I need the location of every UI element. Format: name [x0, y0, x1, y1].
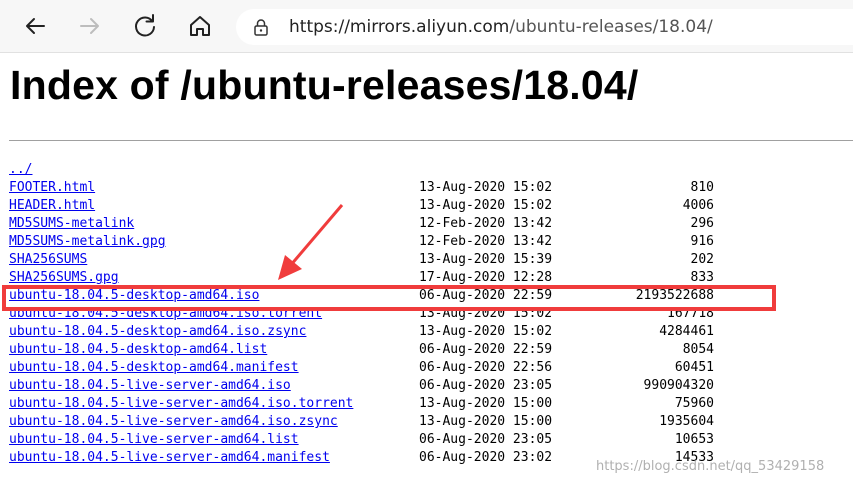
file-size: 4284461	[659, 324, 714, 339]
list-item: ubuntu-18.04.5-live-server-amd64.iso 06-A…	[0, 377, 853, 395]
address-bar[interactable]: https://mirrors.aliyun.com/ubuntu-releas…	[236, 9, 853, 45]
list-item: MD5SUMS-metalink.gpg 12-Feb-2020 13:42 916	[0, 233, 853, 251]
home-icon	[190, 16, 210, 36]
list-item: ubuntu-18.04.5-live-server-amd64.iso.zsy…	[0, 413, 853, 431]
lock-icon[interactable]	[252, 18, 270, 36]
file-size: 916	[690, 234, 714, 249]
file-link[interactable]: ubuntu-18.04.5-live-server-amd64.list	[9, 431, 299, 449]
divider	[9, 140, 853, 141]
file-link[interactable]: SHA256SUMS	[9, 251, 87, 269]
list-item: ubuntu-18.04.5-desktop-amd64.iso.zsync 13…	[0, 323, 853, 341]
list-item: SHA256SUMS 13-Aug-2020 15:39 202	[0, 251, 853, 269]
file-link[interactable]: ubuntu-18.04.5-live-server-amd64.iso.tor…	[9, 395, 353, 413]
file-link[interactable]: ubuntu-18.04.5-desktop-amd64.manifest	[9, 359, 299, 377]
file-link[interactable]: FOOTER.html	[9, 179, 95, 197]
list-item: ubuntu-18.04.5-live-server-amd64.iso.tor…	[0, 395, 853, 413]
file-size: 810	[690, 180, 714, 195]
list-item: ubuntu-18.04.5-live-server-amd64.list 06-…	[0, 431, 853, 449]
list-item: ../	[0, 161, 853, 179]
file-date: 12-Feb-2020 13:42	[419, 234, 553, 249]
file-date: 06-Aug-2020 23:05	[419, 432, 553, 447]
file-date: 13-Aug-2020 15:02	[419, 198, 553, 213]
back-button[interactable]	[19, 10, 51, 42]
file-link[interactable]: MD5SUMS-metalink.gpg	[9, 233, 166, 251]
highlight-annotation-box	[2, 285, 776, 311]
file-link[interactable]: ubuntu-18.04.5-desktop-amd64.list	[9, 341, 267, 359]
file-link[interactable]: ubuntu-18.04.5-live-server-amd64.manifes…	[9, 449, 330, 467]
file-link[interactable]: ubuntu-18.04.5-live-server-amd64.iso	[9, 377, 291, 395]
list-item: MD5SUMS-metalink 12-Feb-2020 13:42 296	[0, 215, 853, 233]
file-size: 1935604	[659, 414, 714, 429]
file-date: 12-Feb-2020 13:42	[419, 216, 553, 231]
file-size: 10653	[674, 432, 714, 447]
arrow-left-icon	[26, 18, 45, 34]
file-link[interactable]: ubuntu-18.04.5-live-server-amd64.iso.zsy…	[9, 413, 338, 431]
file-date: 06-Aug-2020 23:05	[419, 378, 553, 393]
reload-button[interactable]	[129, 10, 161, 42]
file-date: 06-Aug-2020 22:59	[419, 342, 553, 357]
file-date: 13-Aug-2020 15:00	[419, 396, 553, 411]
file-date: 13-Aug-2020 15:00	[419, 414, 553, 429]
file-listing: ../FOOTER.html 13-Aug-2020 15:02 810 HEADER…	[0, 161, 853, 467]
file-date: 13-Aug-2020 15:02	[419, 324, 553, 339]
file-size: 60451	[674, 360, 714, 375]
file-link[interactable]: HEADER.html	[9, 197, 95, 215]
file-date: 13-Aug-2020 15:02	[419, 180, 553, 195]
reload-icon	[135, 14, 155, 37]
file-date: 13-Aug-2020 15:39	[419, 252, 553, 267]
page-title: Index of /ubuntu-releases/18.04/	[10, 62, 639, 108]
file-link[interactable]: ../	[9, 161, 32, 179]
file-size: 75960	[674, 396, 714, 411]
file-size: 4006	[682, 198, 714, 213]
list-item: HEADER.html 13-Aug-2020 15:02 4006	[0, 197, 853, 215]
file-date: 06-Aug-2020 23:02	[419, 450, 553, 465]
file-date: 06-Aug-2020 22:56	[419, 360, 553, 375]
file-size: 202	[690, 252, 714, 267]
file-size: 8054	[682, 342, 714, 357]
url-text[interactable]: https://mirrors.aliyun.com/ubuntu-releas…	[289, 17, 713, 37]
arrow-right-icon	[80, 18, 99, 34]
home-button[interactable]	[184, 10, 216, 42]
list-item: ubuntu-18.04.5-desktop-amd64.manifest 06-…	[0, 359, 853, 377]
watermark: https://blog.csdn.net/qq_53429158	[596, 459, 825, 474]
url-host: https://mirrors.aliyun.com	[289, 17, 510, 37]
file-size: 990904320	[643, 378, 714, 393]
browser-toolbar: https://mirrors.aliyun.com/ubuntu-releas…	[0, 0, 853, 53]
list-item: ubuntu-18.04.5-desktop-amd64.list 06-Aug-…	[0, 341, 853, 359]
list-item: FOOTER.html 13-Aug-2020 15:02 810	[0, 179, 853, 197]
forward-button[interactable]	[74, 10, 106, 42]
file-size: 296	[690, 216, 714, 231]
file-link[interactable]: MD5SUMS-metalink	[9, 215, 134, 233]
url-path: /ubuntu-releases/18.04/	[509, 17, 713, 37]
file-link[interactable]: ubuntu-18.04.5-desktop-amd64.iso.zsync	[9, 323, 306, 341]
